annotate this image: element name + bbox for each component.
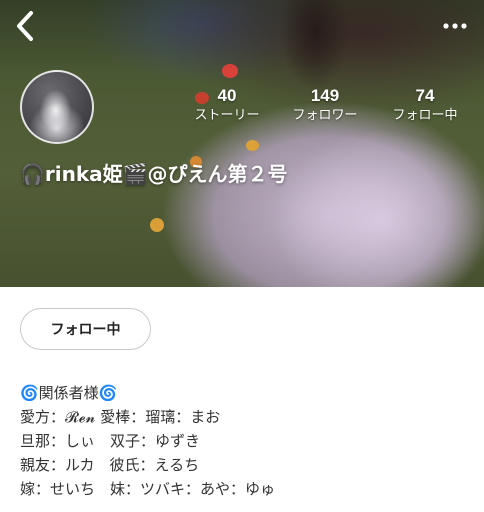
display-name: 🎧rinka姫🎬@ぴえん第２号 [20, 162, 288, 186]
stat-followers-count: 149 [310, 86, 340, 105]
bio-line: 嫁：せいち 妹：ツバキ：あや：ゆゅ [20, 480, 276, 498]
back-button[interactable] [10, 8, 40, 44]
stat-stories-label: ストーリー [194, 108, 260, 123]
stat-stories-count: 40 [217, 86, 237, 105]
bio-line: 親友：ルカ 彼氏：えるち [20, 456, 200, 474]
chevron-left-icon [17, 11, 33, 41]
stat-followers[interactable]: 149 フォロワー [283, 86, 367, 125]
cover-shade [0, 0, 484, 287]
following-button[interactable]: フォロー中 [20, 308, 151, 350]
bio-line: 🌀関係者様🌀 [20, 384, 118, 402]
profile-cover-image [0, 0, 484, 287]
avatar[interactable] [20, 70, 94, 144]
more-options-button[interactable] [440, 14, 470, 38]
stat-stories[interactable]: 40 ストーリー [186, 86, 268, 125]
stat-following-count: 74 [415, 86, 435, 105]
stat-following[interactable]: 74 フォロー中 [383, 86, 467, 125]
stat-following-label: フォロー中 [392, 108, 458, 123]
more-horizontal-icon [443, 23, 467, 29]
profile-bio: 🌀関係者様🌀 愛方：𝓡𝓮𝓷 愛棒：瑠璃：まお 旦那：しぃ 双子：ゆずき 親友：ル… [20, 381, 470, 501]
bio-line: 旦那：しぃ 双子：ゆずき [20, 432, 201, 450]
bio-line: 愛方：𝓡𝓮𝓷 愛棒：瑠璃：まお [20, 408, 221, 426]
stat-followers-label: フォロワー [292, 108, 358, 123]
